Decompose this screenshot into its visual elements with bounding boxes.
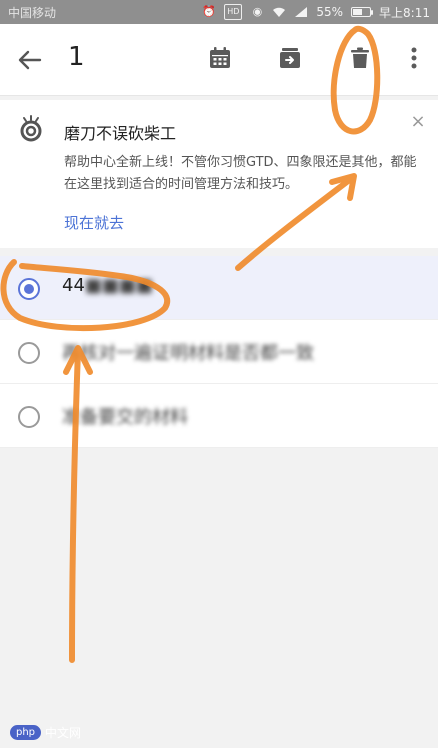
task-text: 准备要交的材料 — [62, 403, 188, 429]
status-bar: 中国移动 ⏰ HD ◉ 55% 早上8:11 — [0, 0, 438, 24]
task-radio[interactable] — [18, 406, 40, 428]
task-radio[interactable] — [18, 342, 40, 364]
watermark-text: 中文网 — [45, 726, 82, 740]
signal-icon — [294, 6, 308, 18]
hd-icon: HD — [224, 4, 243, 20]
help-card-body: 帮助中心全新上线！不管你习惯GTD、四象限还是其他，都能在这里找到适合的时间管理… — [64, 155, 417, 192]
page-title: 1 — [68, 42, 85, 72]
task-list: 44■■■■ 再核对一遍证明材料是否都一致 准备要交的材料 — [0, 256, 438, 448]
task-text: 再核对一遍证明材料是否都一致 — [62, 339, 314, 365]
go-now-link[interactable]: 现在就去 — [64, 212, 124, 233]
watermark: php 中文网 — [10, 724, 81, 741]
toolbar: 1 — [0, 24, 438, 96]
move-to-icon[interactable] — [276, 44, 304, 72]
wifi-icon — [272, 6, 286, 18]
calendar-icon[interactable] — [206, 44, 234, 72]
gear-icon — [16, 114, 46, 144]
status-icons: ⏰ HD ◉ 55% 早上8:11 — [202, 4, 430, 21]
task-row[interactable]: 再核对一遍证明材料是否都一致 — [0, 320, 438, 384]
task-radio-checked[interactable] — [18, 278, 40, 300]
clock: 早上8:11 — [379, 5, 430, 20]
delete-icon[interactable] — [346, 44, 374, 72]
task-row[interactable]: 准备要交的材料 — [0, 384, 438, 448]
back-arrow-icon[interactable] — [16, 46, 44, 74]
task-text-blurred: 再核对一遍证明材料是否都一致 — [62, 343, 314, 364]
task-text-blurred: ■■■■ — [84, 275, 153, 296]
task-text-blurred: 准备要交的材料 — [62, 407, 188, 428]
alarm-icon: ⏰ — [202, 5, 217, 18]
task-text-visible: 44 — [62, 275, 85, 296]
task-row[interactable]: 44■■■■ — [0, 256, 438, 320]
task-text: 44■■■■ — [62, 275, 153, 296]
battery-percent: 55% — [316, 5, 344, 19]
more-options-icon[interactable] — [404, 44, 424, 72]
help-center-card: 磨刀不误砍柴工 × 帮助中心全新上线！不管你习惯GTD、四象限还是其他，都能在这… — [0, 100, 438, 248]
watermark-badge: php — [10, 725, 42, 740]
close-icon[interactable]: × — [410, 113, 426, 131]
battery-icon — [351, 7, 374, 17]
eye-icon: ◉ — [252, 5, 263, 18]
carrier-label: 中国移动 — [8, 5, 57, 20]
help-card-title: 磨刀不误砍柴工 — [64, 124, 177, 143]
